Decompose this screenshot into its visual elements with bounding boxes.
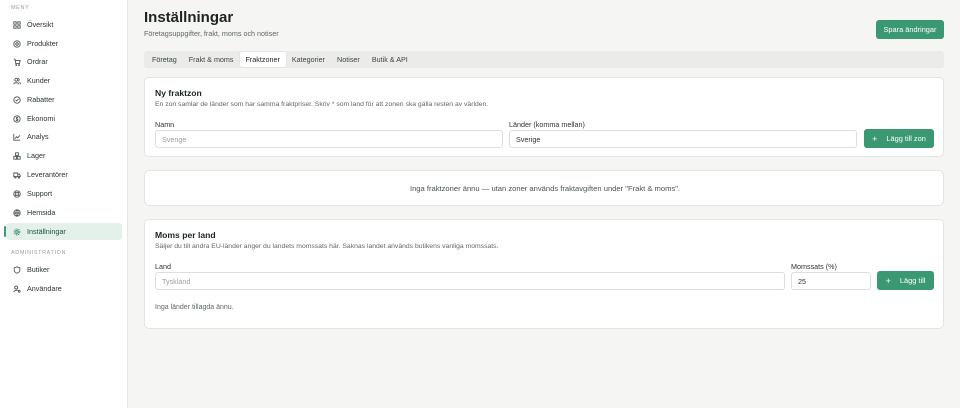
sidebar-item-produkter[interactable]: Produkter (6, 35, 122, 52)
dollar-icon (12, 114, 21, 123)
country-label: Land (155, 262, 171, 271)
name-label: Namn (155, 120, 175, 129)
rate-label: Momssats (%) (791, 262, 837, 271)
grid-icon (12, 20, 21, 29)
card-description: Säljer du till andra EU-länder anger du … (155, 243, 499, 250)
globe-icon (12, 208, 21, 217)
sidebar-item-anvandare[interactable]: Användare (6, 280, 122, 297)
tab-notiser[interactable]: Notiser (331, 52, 366, 67)
discount-icon (12, 95, 21, 104)
sidebar-item-label: Hemsida (27, 208, 56, 217)
sidebar-item-label: Support (27, 189, 53, 198)
gear-icon (12, 227, 21, 236)
sidebar-item-installningar[interactable]: Inställningar (4, 223, 122, 240)
sidebar-item-label: Översikt (27, 20, 54, 29)
sidebar-item-label: Analys (27, 132, 49, 141)
vat-empty-message: Inga länder tillagda ännu. (155, 304, 234, 311)
page-title: Inställningar (144, 9, 234, 26)
add-zone-label: Lägg till zon (886, 134, 926, 143)
tab-foretag[interactable]: Företag (146, 52, 183, 67)
vat-country-input[interactable] (155, 272, 785, 290)
page-subtitle: Företagsuppgifter, frakt, moms och notis… (144, 29, 279, 38)
sidebar-item-oversikt[interactable]: Översikt (6, 16, 122, 33)
nav-section-menu: MENY (11, 5, 30, 11)
sidebar-item-label: Rabatter (27, 95, 55, 104)
sidebar-item-label: Användare (27, 284, 62, 293)
sidebar-item-label: Ordrar (27, 57, 48, 66)
add-vat-button[interactable]: + Lägg till (877, 271, 934, 290)
truck-icon (12, 170, 21, 179)
plus-icon: + (872, 133, 878, 144)
card-description: En zon samlar de länder som har samma fr… (155, 101, 489, 108)
zone-name-input[interactable] (155, 130, 503, 148)
cart-icon (12, 57, 21, 66)
sidebar-item-rabatter[interactable]: Rabatter (6, 91, 122, 108)
user-cog-icon (12, 284, 21, 293)
tab-kategorier[interactable]: Kategorier (286, 52, 331, 67)
sidebar-item-label: Butiker (27, 265, 50, 274)
sidebar-item-label: Inställningar (27, 227, 66, 236)
lifebuoy-icon (12, 189, 21, 198)
chart-icon (12, 132, 21, 141)
card-title: Ny fraktzon (155, 88, 202, 98)
sidebar-item-analys[interactable]: Analys (6, 128, 122, 145)
sidebar-item-label: Produkter (27, 39, 59, 48)
tab-butik-api[interactable]: Butik & API (366, 52, 414, 67)
package-icon (12, 39, 21, 48)
sidebar-item-label: Leverantörer (27, 170, 68, 179)
sidebar-item-support[interactable]: Support (6, 185, 122, 202)
add-zone-button[interactable]: + Lägg till zon (864, 129, 934, 148)
sidebar-item-lager[interactable]: Lager (6, 147, 122, 164)
users-icon (12, 76, 21, 85)
card-title: Moms per land (155, 230, 216, 240)
countries-label: Länder (komma mellan) (509, 120, 585, 129)
settings-tabs: Företag Frakt & moms Fraktzoner Kategori… (144, 51, 944, 68)
boxes-icon (12, 151, 21, 160)
plus-icon: + (885, 275, 891, 286)
sidebar-item-label: Lager (27, 151, 46, 160)
save-button[interactable]: Spara ändringar (876, 20, 944, 39)
add-vat-label: Lägg till (899, 276, 926, 285)
shield-icon (12, 265, 21, 274)
new-zone-card: Ny fraktzon En zon samlar de länder som … (144, 77, 944, 157)
sidebar-item-label: Ekonomi (27, 114, 55, 123)
sidebar-item-leverantorer[interactable]: Leverantörer (6, 166, 122, 183)
sidebar-item-ekonomi[interactable]: Ekonomi (6, 110, 122, 127)
tab-fraktzoner[interactable]: Fraktzoner (239, 52, 286, 67)
zone-countries-input[interactable] (509, 130, 857, 148)
sidebar-item-label: Kunder (27, 76, 51, 85)
nav-section-admin: ADMINISTRATION (11, 250, 67, 256)
tab-frakt-moms[interactable]: Frakt & moms (183, 52, 240, 67)
vat-card: Moms per land Säljer du till andra EU-lä… (144, 219, 944, 329)
zones-empty-card: Inga fraktzoner ännu — utan zoner använd… (144, 170, 944, 206)
empty-zones-message: Inga fraktzoner ännu — utan zoner använd… (409, 184, 681, 193)
sidebar-item-kunder[interactable]: Kunder (6, 72, 122, 89)
sidebar: MENY Översikt Produkter Ordrar Kunder Ra… (0, 0, 128, 408)
sidebar-item-butiker[interactable]: Butiker (6, 261, 122, 278)
sidebar-item-hemsida[interactable]: Hemsida (6, 204, 122, 221)
main-content: Inställningar Företagsuppgifter, frakt, … (128, 0, 960, 408)
vat-rate-input[interactable] (791, 272, 871, 290)
sidebar-item-ordrar[interactable]: Ordrar (6, 53, 122, 70)
